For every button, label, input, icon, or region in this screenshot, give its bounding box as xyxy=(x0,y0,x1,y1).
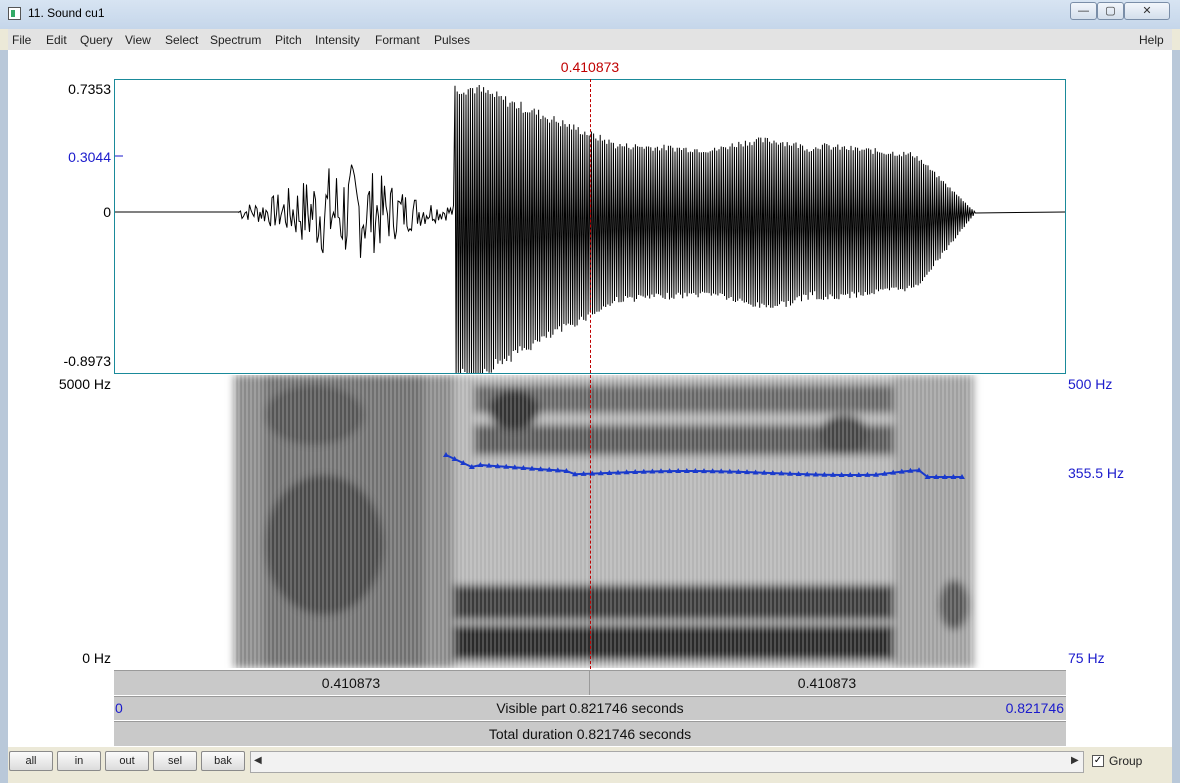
menu-help[interactable]: Help xyxy=(1139,33,1164,47)
menu-query[interactable]: Query xyxy=(80,33,113,47)
waveform-ymax-label: 0.7353 xyxy=(68,81,111,97)
total-duration-label: Total duration 0.821746 seconds xyxy=(488,726,692,742)
app-icon xyxy=(8,7,21,20)
pitch-cursor-label: 355.5 Hz xyxy=(1068,465,1125,481)
spectrogram-fmax-label: 5000 Hz xyxy=(58,376,111,392)
window-title: 11. Sound cu1 xyxy=(28,6,105,20)
left-part-time: 0.410873 xyxy=(321,675,381,691)
menu-pitch[interactable]: Pitch xyxy=(275,33,302,47)
zoom-all-button[interactable]: all xyxy=(9,751,53,771)
cursor-divider xyxy=(589,671,590,695)
total-duration-bar[interactable]: Total duration 0.821746 seconds xyxy=(114,721,1066,746)
spectrogram-fmin-label: 0 Hz xyxy=(82,650,111,666)
minimize-button[interactable]: — xyxy=(1070,2,1097,20)
menu-select[interactable]: Select xyxy=(165,33,198,47)
maximize-button[interactable]: ▢ xyxy=(1097,2,1124,20)
group-label: Group xyxy=(1109,754,1143,768)
zoom-selection-button[interactable]: sel xyxy=(153,751,197,771)
visible-part-label: Visible part 0.821746 seconds xyxy=(496,700,684,716)
cursor-line xyxy=(590,79,591,669)
menu-pulses[interactable]: Pulses xyxy=(434,33,470,47)
selection-bar[interactable]: 0.410873 0.410873 xyxy=(114,670,1066,695)
waveform-ymin-label: -0.8973 xyxy=(63,353,111,369)
menu-formant[interactable]: Formant xyxy=(375,33,420,47)
pitch-max-label: 500 Hz xyxy=(1068,376,1113,392)
window-border-right xyxy=(1172,50,1180,783)
waveform-zero-label: 0 xyxy=(103,204,111,220)
zoom-in-button[interactable]: in xyxy=(57,751,101,771)
waveform-ymark-label: 0.3044 xyxy=(68,149,111,165)
menu-file[interactable]: File xyxy=(12,33,31,47)
visible-end-label: 0.821746 xyxy=(1005,700,1064,716)
window-border-left xyxy=(0,50,8,783)
pitch-min-label: 75 Hz xyxy=(1068,650,1105,666)
zoom-back-button[interactable]: bak xyxy=(201,751,245,771)
cursor-time-label: 0.410873 xyxy=(560,59,620,75)
title-bar xyxy=(0,0,1180,29)
close-icon: ✕ xyxy=(1142,5,1152,17)
close-button[interactable]: ✕ xyxy=(1124,2,1170,20)
visible-part-bar[interactable]: 0 Visible part 0.821746 seconds 0.821746 xyxy=(114,696,1066,720)
menu-intensity[interactable]: Intensity xyxy=(315,33,360,47)
group-checkbox[interactable]: ✓ xyxy=(1092,755,1104,767)
scroll-left-icon[interactable]: ◀ xyxy=(254,755,262,766)
check-icon: ✓ xyxy=(1093,755,1103,766)
visible-start-label: 0 xyxy=(115,700,123,716)
scroll-right-icon[interactable]: ▶ xyxy=(1071,755,1079,766)
menu-view[interactable]: View xyxy=(125,33,151,47)
zoom-out-button[interactable]: out xyxy=(105,751,149,771)
menu-spectrum[interactable]: Spectrum xyxy=(210,33,261,47)
horizontal-scrollbar[interactable] xyxy=(250,751,1084,773)
maximize-icon: ▢ xyxy=(1105,5,1116,17)
minimize-icon: — xyxy=(1078,5,1089,17)
right-part-time: 0.410873 xyxy=(797,675,857,691)
menu-edit[interactable]: Edit xyxy=(46,33,67,47)
